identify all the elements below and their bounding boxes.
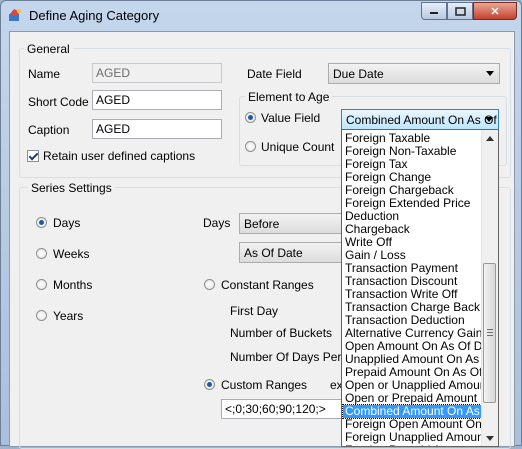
dropdown-option[interactable]: Unapplied Amount On As Of D bbox=[343, 353, 485, 366]
value-field-dropdown-list[interactable]: Foreign Taxable Foreign Non-Taxable Foreig… bbox=[341, 129, 499, 447]
dropdown-option[interactable]: Open Amount On As Of Date bbox=[343, 340, 485, 353]
scrollbar-thumb[interactable] bbox=[483, 263, 496, 403]
first-day-label: First Day bbox=[230, 304, 278, 318]
dropdown-option[interactable]: Prepaid Amount On As Of Dat bbox=[343, 366, 485, 379]
dropdown-option[interactable]: Foreign Chargeback bbox=[343, 184, 485, 197]
months-radio-label: Months bbox=[53, 278, 93, 292]
dropdown-option[interactable]: Deduction bbox=[343, 210, 485, 223]
dropdown-option[interactable]: Foreign Change bbox=[343, 171, 485, 184]
dropdown-option[interactable]: Gain / Loss bbox=[343, 249, 485, 262]
maximize-icon bbox=[454, 6, 466, 16]
date-field-label: Date Field bbox=[247, 67, 302, 81]
days-radio-label: Days bbox=[53, 216, 81, 230]
days-field-label: Days bbox=[203, 216, 231, 230]
name-label: Name bbox=[28, 67, 61, 81]
series-settings-title: Series Settings bbox=[28, 181, 115, 195]
element-to-age-title: Element to Age bbox=[245, 90, 333, 104]
close-icon: ✕ bbox=[490, 5, 500, 18]
days-per-bucket-label: Number Of Days Per B bbox=[230, 350, 353, 364]
months-radio[interactable] bbox=[36, 279, 47, 290]
chevron-down-icon bbox=[485, 117, 493, 122]
dropdown-scrollbar[interactable] bbox=[481, 130, 498, 446]
dropdown-option[interactable]: Foreign Taxable bbox=[343, 132, 485, 145]
dropdown-option[interactable]: Alternative Currency Gain / Lo bbox=[343, 327, 485, 340]
unique-count-radio[interactable] bbox=[245, 141, 256, 152]
as-of-date-value: As Of Date bbox=[244, 246, 303, 260]
minimize-button[interactable] bbox=[421, 2, 447, 20]
years-radio-label: Years bbox=[53, 309, 84, 323]
caption-label: Caption bbox=[28, 123, 70, 137]
custom-ranges-field[interactable]: <;0;30;60;90;120;> bbox=[221, 399, 346, 419]
retain-captions-label: Retain user defined captions bbox=[43, 149, 196, 163]
dropdown-option[interactable]: Foreign Non-Taxable bbox=[343, 145, 485, 158]
close-button[interactable]: ✕ bbox=[473, 2, 517, 20]
retain-captions-checkbox[interactable] bbox=[27, 150, 39, 162]
dropdown-option[interactable]: Foreign Extended Price bbox=[343, 197, 485, 210]
app-icon bbox=[9, 9, 21, 21]
name-field[interactable]: AGED bbox=[92, 63, 222, 83]
define-aging-category-window: Define Aging Category ✕ General Name AGE… bbox=[0, 0, 522, 449]
as-of-date-select[interactable]: As Of Date bbox=[239, 242, 349, 263]
dropdown-option[interactable]: Transaction Charge Back bbox=[343, 301, 485, 314]
dropdown-option[interactable]: Foreign Unapplied Amount On bbox=[343, 431, 485, 444]
dropdown-option[interactable]: Foreign Tax bbox=[343, 158, 485, 171]
unique-count-label: Unique Count bbox=[261, 140, 335, 154]
dropdown-option[interactable]: Transaction Payment bbox=[343, 262, 485, 275]
chevron-up-icon bbox=[486, 135, 494, 141]
dropdown-option[interactable]: Open or Prepaid Amount On A bbox=[343, 392, 485, 405]
scroll-down-button[interactable] bbox=[482, 430, 498, 446]
dropdown-option[interactable]: Chargeback bbox=[343, 223, 485, 236]
dropdown-option[interactable]: Foreign Open Amount On As bbox=[343, 418, 485, 431]
dropdown-option[interactable]: Transaction Write Off bbox=[343, 288, 485, 301]
days-before-select[interactable]: Before bbox=[239, 213, 349, 234]
chevron-down-icon bbox=[486, 71, 494, 76]
number-of-buckets-label: Number of Buckets bbox=[230, 326, 333, 340]
dropdown-option[interactable]: Transaction Deduction bbox=[343, 314, 485, 327]
short-code-field[interactable]: AGED bbox=[92, 90, 222, 110]
dropdown-option[interactable]: Combined Amount On As Of D bbox=[342, 404, 486, 419]
value-field-select-value: Combined Amount On As Of bbox=[346, 113, 497, 127]
dropdown-option[interactable]: Open or Unapplied Amount O bbox=[343, 379, 485, 392]
title-bar[interactable]: Define Aging Category ✕ bbox=[1, 1, 521, 31]
custom-ranges-label: Custom Ranges bbox=[221, 378, 308, 392]
value-field-label: Value Field bbox=[261, 111, 321, 125]
constant-ranges-radio[interactable] bbox=[204, 279, 215, 290]
window-title: Define Aging Category bbox=[29, 8, 160, 23]
days-radio[interactable] bbox=[36, 217, 47, 228]
dropdown-option[interactable]: Write Off bbox=[343, 236, 485, 249]
weeks-radio-label: Weeks bbox=[53, 247, 90, 261]
maximize-button[interactable] bbox=[447, 2, 473, 20]
constant-ranges-label: Constant Ranges bbox=[221, 278, 314, 292]
caption-field[interactable]: AGED bbox=[92, 119, 222, 139]
value-field-select[interactable]: Combined Amount On As Of bbox=[341, 109, 499, 130]
minimize-icon bbox=[430, 12, 438, 14]
dropdown-option[interactable]: Transaction Discount bbox=[343, 275, 485, 288]
value-field-radio[interactable] bbox=[245, 112, 256, 123]
years-radio[interactable] bbox=[36, 310, 47, 321]
chevron-down-icon bbox=[486, 435, 494, 441]
days-before-value: Before bbox=[244, 217, 280, 231]
short-code-label: Short Code bbox=[28, 95, 89, 109]
custom-ranges-radio[interactable] bbox=[204, 379, 215, 390]
date-field-select[interactable]: Due Date bbox=[328, 63, 500, 84]
weeks-radio[interactable] bbox=[36, 248, 47, 259]
general-group-title: General bbox=[24, 42, 73, 56]
date-field-value: Due Date bbox=[333, 67, 384, 81]
scroll-up-button[interactable] bbox=[482, 130, 498, 146]
